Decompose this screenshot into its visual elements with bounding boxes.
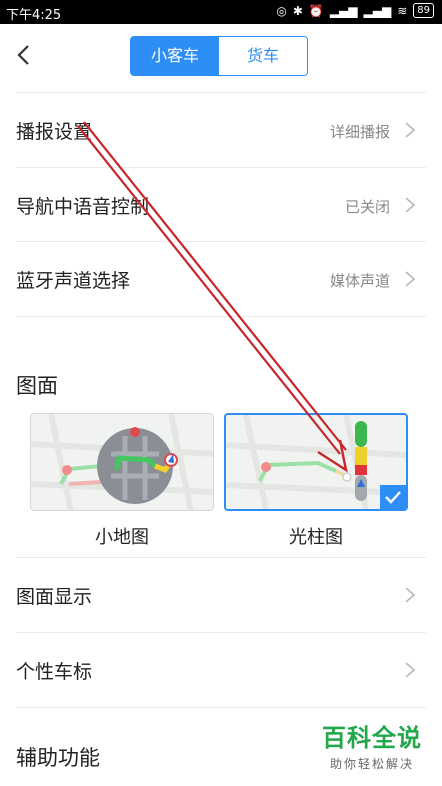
tab-car[interactable]: 小客车 bbox=[131, 37, 219, 75]
back-arrow-icon[interactable] bbox=[10, 40, 40, 70]
option-label-mini-map: 小地图 bbox=[95, 527, 149, 548]
chevron-right-icon bbox=[405, 662, 416, 678]
row-bluetooth-channel[interactable]: 蓝牙声道选择 媒体声道 bbox=[0, 242, 442, 316]
row-label: 导航中语音控制 bbox=[16, 196, 150, 218]
status-icons: ◎ ✱ ⏰ ▂▄▆ ▂▄▆ ≋ 89 bbox=[276, 3, 434, 18]
chevron-right-icon bbox=[405, 587, 416, 603]
status-time: 下午4:25 bbox=[6, 8, 62, 23]
row-broadcast-settings[interactable]: 播报设置 详细播报 bbox=[0, 93, 442, 167]
section-title-assist: 辅助功能 bbox=[16, 746, 100, 770]
nav-bar: 小客车 货车 bbox=[0, 24, 442, 90]
mini-map-preview bbox=[31, 414, 213, 510]
row-label: 图面显示 bbox=[16, 586, 93, 608]
light-bar-preview bbox=[226, 415, 406, 509]
divider bbox=[16, 707, 426, 708]
bluetooth-icon: ✱ bbox=[292, 3, 303, 18]
row-vehicle-icon[interactable]: 个性车标 bbox=[0, 633, 442, 707]
row-label: 蓝牙声道选择 bbox=[16, 270, 131, 292]
watermark-brand: 百科全说 bbox=[322, 724, 422, 752]
signal-icon: ▂▄▆ bbox=[329, 3, 358, 18]
tab-truck[interactable]: 货车 bbox=[219, 37, 307, 75]
wifi-icon: ≋ bbox=[397, 3, 408, 18]
headset-icon: ◎ bbox=[276, 3, 287, 18]
row-value: 已关闭 bbox=[344, 198, 390, 216]
signal-icon-2: ▂▄▆ bbox=[363, 3, 392, 18]
status-bar: 下午4:25 ◎ ✱ ⏰ ▂▄▆ ▂▄▆ ≋ 89 bbox=[0, 0, 442, 24]
option-light-bar[interactable] bbox=[224, 413, 408, 511]
alarm-icon: ⏰ bbox=[308, 3, 324, 18]
vehicle-type-switch: 小客车 货车 bbox=[130, 36, 308, 76]
section-title-map: 图面 bbox=[16, 374, 58, 398]
chevron-right-icon bbox=[405, 122, 416, 138]
row-value: 媒体声道 bbox=[329, 272, 390, 290]
watermark-logo: 百科全说 助你轻松解决 bbox=[316, 718, 428, 772]
row-label: 个性车标 bbox=[16, 661, 93, 683]
row-value: 详细播报 bbox=[329, 123, 390, 141]
battery-icon: 89 bbox=[413, 3, 434, 18]
chevron-right-icon bbox=[405, 271, 416, 287]
row-map-display[interactable]: 图面显示 bbox=[0, 558, 442, 632]
row-label: 播报设置 bbox=[16, 121, 93, 143]
selected-check-icon bbox=[380, 485, 406, 509]
chevron-right-icon bbox=[405, 197, 416, 213]
row-voice-control[interactable]: 导航中语音控制 已关闭 bbox=[0, 168, 442, 242]
divider bbox=[16, 316, 426, 317]
watermark-slogan: 助你轻松解决 bbox=[329, 757, 414, 771]
option-label-light-bar: 光柱图 bbox=[289, 527, 343, 548]
option-mini-map[interactable] bbox=[30, 413, 214, 511]
